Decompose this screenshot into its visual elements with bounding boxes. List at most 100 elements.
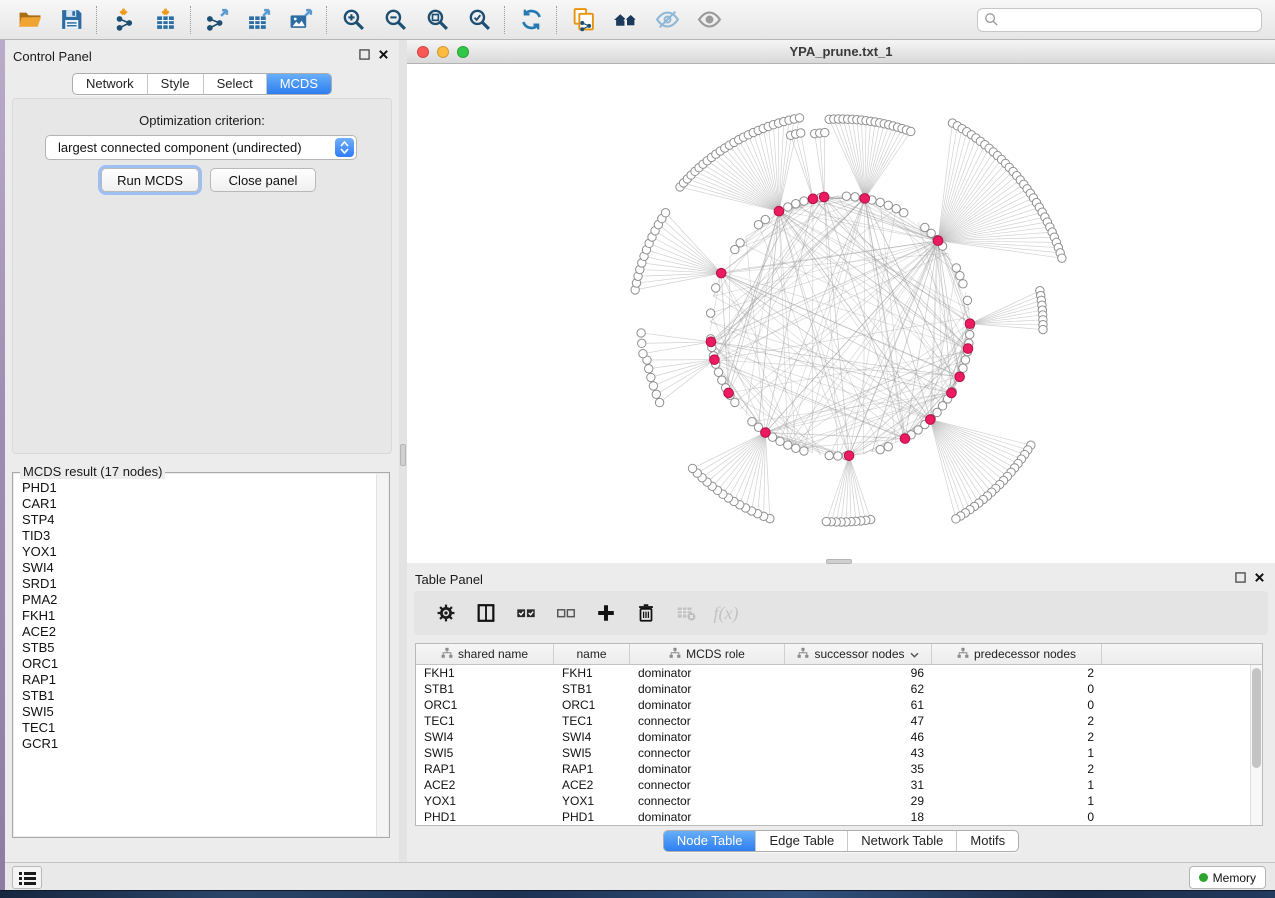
network-node[interactable] — [884, 201, 892, 209]
save-session-button[interactable] — [50, 4, 92, 36]
cell-predecessor-nodes[interactable]: 0 — [932, 682, 1102, 696]
network-node[interactable] — [776, 437, 784, 445]
network-node[interactable] — [784, 203, 792, 211]
dominator-node[interactable] — [716, 268, 726, 278]
delete-row-button[interactable] — [628, 597, 664, 629]
cell-shared-name[interactable]: FKH1 — [416, 666, 554, 680]
network-node[interactable] — [842, 192, 850, 200]
leaf-node[interactable] — [907, 127, 915, 135]
leaf-node[interactable] — [639, 349, 647, 357]
float-panel-icon[interactable] — [1235, 572, 1246, 583]
cell-name[interactable]: YOX1 — [554, 794, 630, 808]
task-history-button[interactable] — [12, 866, 42, 889]
table-row[interactable]: FKH1FKH1dominator962 — [416, 665, 1262, 681]
network-window-titlebar[interactable]: YPA_prune.txt_1 — [407, 40, 1275, 64]
network-node[interactable] — [963, 296, 971, 304]
deselect-all-button[interactable] — [548, 597, 584, 629]
network-node[interactable] — [718, 376, 726, 384]
network-node[interactable] — [900, 209, 908, 217]
cell-predecessor-nodes[interactable]: 2 — [932, 714, 1102, 728]
cell-predecessor-nodes[interactable]: 1 — [932, 746, 1102, 760]
cell-predecessor-nodes[interactable]: 1 — [932, 794, 1102, 808]
dominator-node[interactable] — [710, 355, 720, 365]
mcds-result-item[interactable]: RAP1 — [14, 672, 388, 688]
tab-motifs[interactable]: Motifs — [956, 831, 1018, 851]
network-node[interactable] — [800, 197, 808, 205]
dominator-node[interactable] — [900, 434, 910, 444]
cell-MCDS-role[interactable]: connector — [630, 714, 785, 728]
cell-predecessor-nodes[interactable]: 2 — [932, 762, 1102, 776]
table-row[interactable]: SWI5SWI5connector431 — [416, 745, 1262, 761]
export-image-button[interactable] — [280, 4, 322, 36]
cell-shared-name[interactable]: RAP1 — [416, 762, 554, 776]
cell-successor-nodes[interactable]: 29 — [785, 794, 932, 808]
mcds-list-scrollbar[interactable] — [376, 474, 388, 836]
mcds-result-list[interactable]: PHD1CAR1STP4TID3YOX1SWI4SRD1PMA2FKH1ACE2… — [14, 474, 388, 836]
tab-node-table[interactable]: Node Table — [664, 831, 756, 851]
dominator-node[interactable] — [965, 319, 975, 329]
search-input[interactable] — [977, 8, 1262, 32]
table-row[interactable]: PHD1PHD1dominator180 — [416, 809, 1262, 825]
cell-successor-nodes[interactable]: 43 — [785, 746, 932, 760]
tab-mcds[interactable]: MCDS — [266, 74, 331, 94]
cell-shared-name[interactable]: ACE2 — [416, 778, 554, 792]
zoom-out-button[interactable] — [374, 4, 416, 36]
network-node[interactable] — [834, 452, 842, 460]
cell-successor-nodes[interactable]: 61 — [785, 698, 932, 712]
mcds-result-item[interactable]: PMA2 — [14, 592, 388, 608]
cell-shared-name[interactable]: YOX1 — [416, 794, 554, 808]
mcds-result-item[interactable]: FKH1 — [14, 608, 388, 624]
network-canvas[interactable] — [407, 64, 1275, 563]
leaf-node[interactable] — [1058, 254, 1066, 262]
zoom-selected-button[interactable] — [458, 4, 500, 36]
network-node[interactable] — [952, 264, 960, 272]
cell-successor-nodes[interactable]: 62 — [785, 682, 932, 696]
dominator-node[interactable] — [808, 194, 818, 204]
dominator-node[interactable] — [947, 388, 957, 398]
zoom-fit-button[interactable] — [416, 4, 458, 36]
leaf-node[interactable] — [821, 128, 829, 136]
mcds-result-item[interactable]: ACE2 — [14, 624, 388, 640]
tab-network-table[interactable]: Network Table — [847, 831, 956, 851]
mcds-result-item[interactable]: GCR1 — [14, 736, 388, 752]
run-mcds-button[interactable]: Run MCDS — [101, 168, 199, 192]
network-node[interactable] — [714, 368, 722, 376]
first-neighbors-button[interactable] — [604, 4, 646, 36]
cell-MCDS-role[interactable]: dominator — [630, 730, 785, 744]
leaf-node[interactable] — [661, 209, 669, 217]
table-row[interactable]: ORC1ORC1dominator610 — [416, 697, 1262, 713]
splitter-handle[interactable] — [400, 444, 406, 466]
column-header-predecessor-nodes[interactable]: predecessor nodes — [932, 644, 1102, 664]
network-node[interactable] — [784, 441, 792, 449]
leaf-node[interactable] — [647, 373, 655, 381]
memory-button[interactable]: Memory — [1189, 866, 1266, 889]
close-panel-button[interactable]: Close panel — [210, 168, 316, 192]
leaf-node[interactable] — [688, 464, 696, 472]
network-node[interactable] — [851, 193, 859, 201]
mcds-result-item[interactable]: SWI4 — [14, 560, 388, 576]
network-graph[interactable] — [407, 64, 1275, 563]
cell-name[interactable]: FKH1 — [554, 666, 630, 680]
duplicate-network-button[interactable] — [562, 4, 604, 36]
mcds-result-item[interactable]: TEC1 — [14, 720, 388, 736]
leaf-node[interactable] — [1039, 325, 1047, 333]
leaf-node[interactable] — [655, 398, 663, 406]
cell-successor-nodes[interactable]: 18 — [785, 810, 932, 824]
cell-MCDS-role[interactable]: dominator — [630, 682, 785, 696]
dominator-node[interactable] — [963, 344, 973, 354]
cell-predecessor-nodes[interactable]: 2 — [932, 666, 1102, 680]
import-network-button[interactable] — [102, 4, 144, 36]
network-node[interactable] — [761, 215, 769, 223]
tab-network[interactable]: Network — [73, 74, 147, 94]
table-row[interactable]: RAP1RAP1dominator352 — [416, 761, 1262, 777]
network-node[interactable] — [792, 444, 800, 452]
network-node[interactable] — [961, 356, 969, 364]
cell-successor-nodes[interactable]: 96 — [785, 666, 932, 680]
cell-shared-name[interactable]: TEC1 — [416, 714, 554, 728]
vertical-splitter[interactable] — [399, 40, 407, 862]
zoom-in-button[interactable] — [332, 4, 374, 36]
network-node[interactable] — [892, 205, 900, 213]
cell-successor-nodes[interactable]: 47 — [785, 714, 932, 728]
leaf-node[interactable] — [822, 517, 830, 525]
refresh-layout-button[interactable] — [510, 4, 552, 36]
